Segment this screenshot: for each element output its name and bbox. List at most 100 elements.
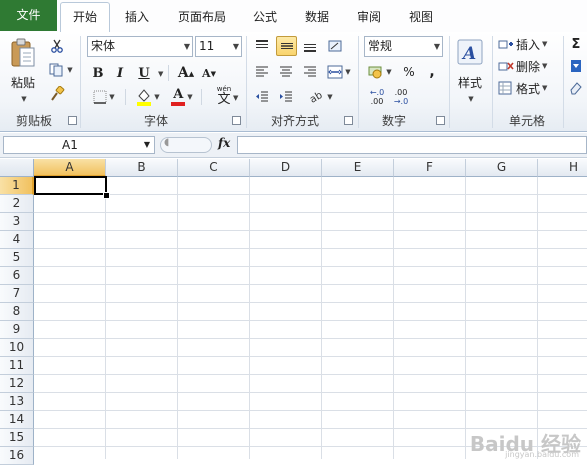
align-right-button[interactable] [300,63,320,81]
fill-handle[interactable] [103,192,110,199]
text-direction-button[interactable]: ab ▼ [306,88,336,106]
active-cell-a1[interactable] [34,176,107,195]
formula-bar-splitter[interactable]: ◖ [160,137,212,153]
worksheet-grid[interactable] [34,177,587,459]
column-header-a[interactable]: A [34,159,106,177]
currency-dropdown-icon[interactable]: ▼ [386,68,391,76]
copy-button[interactable]: ▼ [47,61,75,79]
format-painter-button[interactable] [47,85,67,103]
align-top-button[interactable] [252,37,272,55]
column-header-g[interactable]: G [466,159,538,177]
underline-dropdown-icon[interactable]: ▼ [158,70,163,78]
percent-button[interactable]: % [400,63,418,81]
increase-indent-button[interactable] [276,88,296,106]
row-header-15[interactable]: 15 [0,429,34,447]
comma-style-button[interactable]: , [424,63,440,81]
column-header-b[interactable]: B [106,159,178,177]
number-format-dropdown-icon[interactable]: ▼ [434,37,440,56]
delete-cells-button[interactable]: 删除 ▼ [498,57,558,75]
autosum-button[interactable]: Σ [568,35,584,53]
tab-view[interactable]: 视图 [401,3,441,31]
font-color-button[interactable]: A ▼ [168,87,196,107]
number-format-select[interactable]: 常规 ▼ [364,36,443,57]
merge-dropdown-icon[interactable]: ▼ [345,68,350,76]
row-header-7[interactable]: 7 [0,285,34,303]
grow-font-button[interactable]: A ▲ [176,64,196,82]
tab-page-layout[interactable]: 页面布局 [170,3,234,31]
phonetic-dropdown-icon[interactable]: ▼ [233,94,238,102]
paste-dropdown-icon[interactable]: ▼ [21,95,26,103]
row-header-13[interactable]: 13 [0,393,34,411]
column-header-d[interactable]: D [250,159,322,177]
cut-button[interactable] [47,37,67,55]
copy-dropdown-icon[interactable]: ▼ [67,66,72,74]
currency-button[interactable]: ▼ [365,63,395,81]
row-header-1[interactable]: 1 [0,177,34,195]
font-name-dropdown-icon[interactable]: ▼ [184,37,190,56]
paste-button[interactable]: 粘贴 ▼ [5,34,41,106]
bold-button[interactable]: B [89,64,107,82]
row-header-10[interactable]: 10 [0,339,34,357]
row-header-5[interactable]: 5 [0,249,34,267]
styles-button[interactable]: A 样式 ▼ [453,35,487,105]
tab-file[interactable]: 文件 [0,0,57,31]
font-name-select[interactable]: 宋体 ▼ [87,36,193,57]
align-bottom-button[interactable] [300,37,320,55]
shrink-font-button[interactable]: A ▼ [199,64,219,82]
delete-cells-dropdown-icon[interactable]: ▼ [542,62,547,70]
decrease-decimal-button[interactable]: .00 →.0 [390,87,412,107]
align-left-button[interactable] [252,63,272,81]
merge-center-button[interactable]: ▼ [324,63,354,81]
tab-home[interactable]: 开始 [60,2,110,34]
column-header-h[interactable]: H [538,159,587,177]
italic-button[interactable]: I [111,64,129,82]
row-header-11[interactable]: 11 [0,357,34,375]
alignment-launcher-icon[interactable] [344,116,353,125]
fill-color-dropdown-icon[interactable]: ▼ [154,93,159,101]
increase-decimal-button[interactable]: ←.0.00 [366,87,388,107]
tab-insert[interactable]: 插入 [116,3,158,31]
decrease-indent-button[interactable] [252,88,272,106]
row-header-16[interactable]: 16 [0,447,34,465]
row-header-3[interactable]: 3 [0,213,34,231]
format-cells-button[interactable]: 格式 ▼ [498,79,558,97]
font-launcher-icon[interactable] [232,116,241,125]
row-header-14[interactable]: 14 [0,411,34,429]
formula-input[interactable] [237,136,587,154]
row-header-12[interactable]: 12 [0,375,34,393]
insert-cells-button[interactable]: 插入 ▼ [498,35,558,53]
orientation-button[interactable] [325,37,345,55]
insert-function-button[interactable]: fx [218,136,230,150]
name-box[interactable]: A1 ▼ [3,136,155,154]
tab-formulas[interactable]: 公式 [246,3,284,31]
row-header-9[interactable]: 9 [0,321,34,339]
fill-color-button[interactable]: ▼ [134,87,162,107]
underline-button[interactable]: U [135,64,153,82]
column-header-f[interactable]: F [394,159,466,177]
column-header-e[interactable]: E [322,159,394,177]
row-header-2[interactable]: 2 [0,195,34,213]
align-center-button[interactable] [276,63,296,81]
row-header-8[interactable]: 8 [0,303,34,321]
number-launcher-icon[interactable] [436,116,445,125]
select-all-corner[interactable] [0,159,34,177]
tab-data[interactable]: 数据 [297,3,337,31]
font-size-select[interactable]: 11 ▼ [195,36,242,57]
column-header-c[interactable]: C [178,159,250,177]
insert-cells-dropdown-icon[interactable]: ▼ [542,40,547,48]
name-box-dropdown-icon[interactable]: ▼ [144,137,150,153]
row-header-6[interactable]: 6 [0,267,34,285]
font-size-dropdown-icon[interactable]: ▼ [233,37,239,56]
styles-dropdown-icon[interactable]: ▼ [468,95,473,103]
clear-button[interactable] [568,79,584,97]
tab-review[interactable]: 审阅 [349,3,389,31]
text-direction-dropdown-icon[interactable]: ▼ [327,93,332,101]
font-color-dropdown-icon[interactable]: ▼ [187,93,192,101]
clipboard-launcher-icon[interactable] [68,116,77,125]
align-middle-button[interactable] [276,36,297,56]
borders-button[interactable]: ▼ [89,88,119,106]
format-cells-dropdown-icon[interactable]: ▼ [542,84,547,92]
fill-button[interactable] [568,57,584,75]
row-header-4[interactable]: 4 [0,231,34,249]
borders-dropdown-icon[interactable]: ▼ [109,93,114,101]
